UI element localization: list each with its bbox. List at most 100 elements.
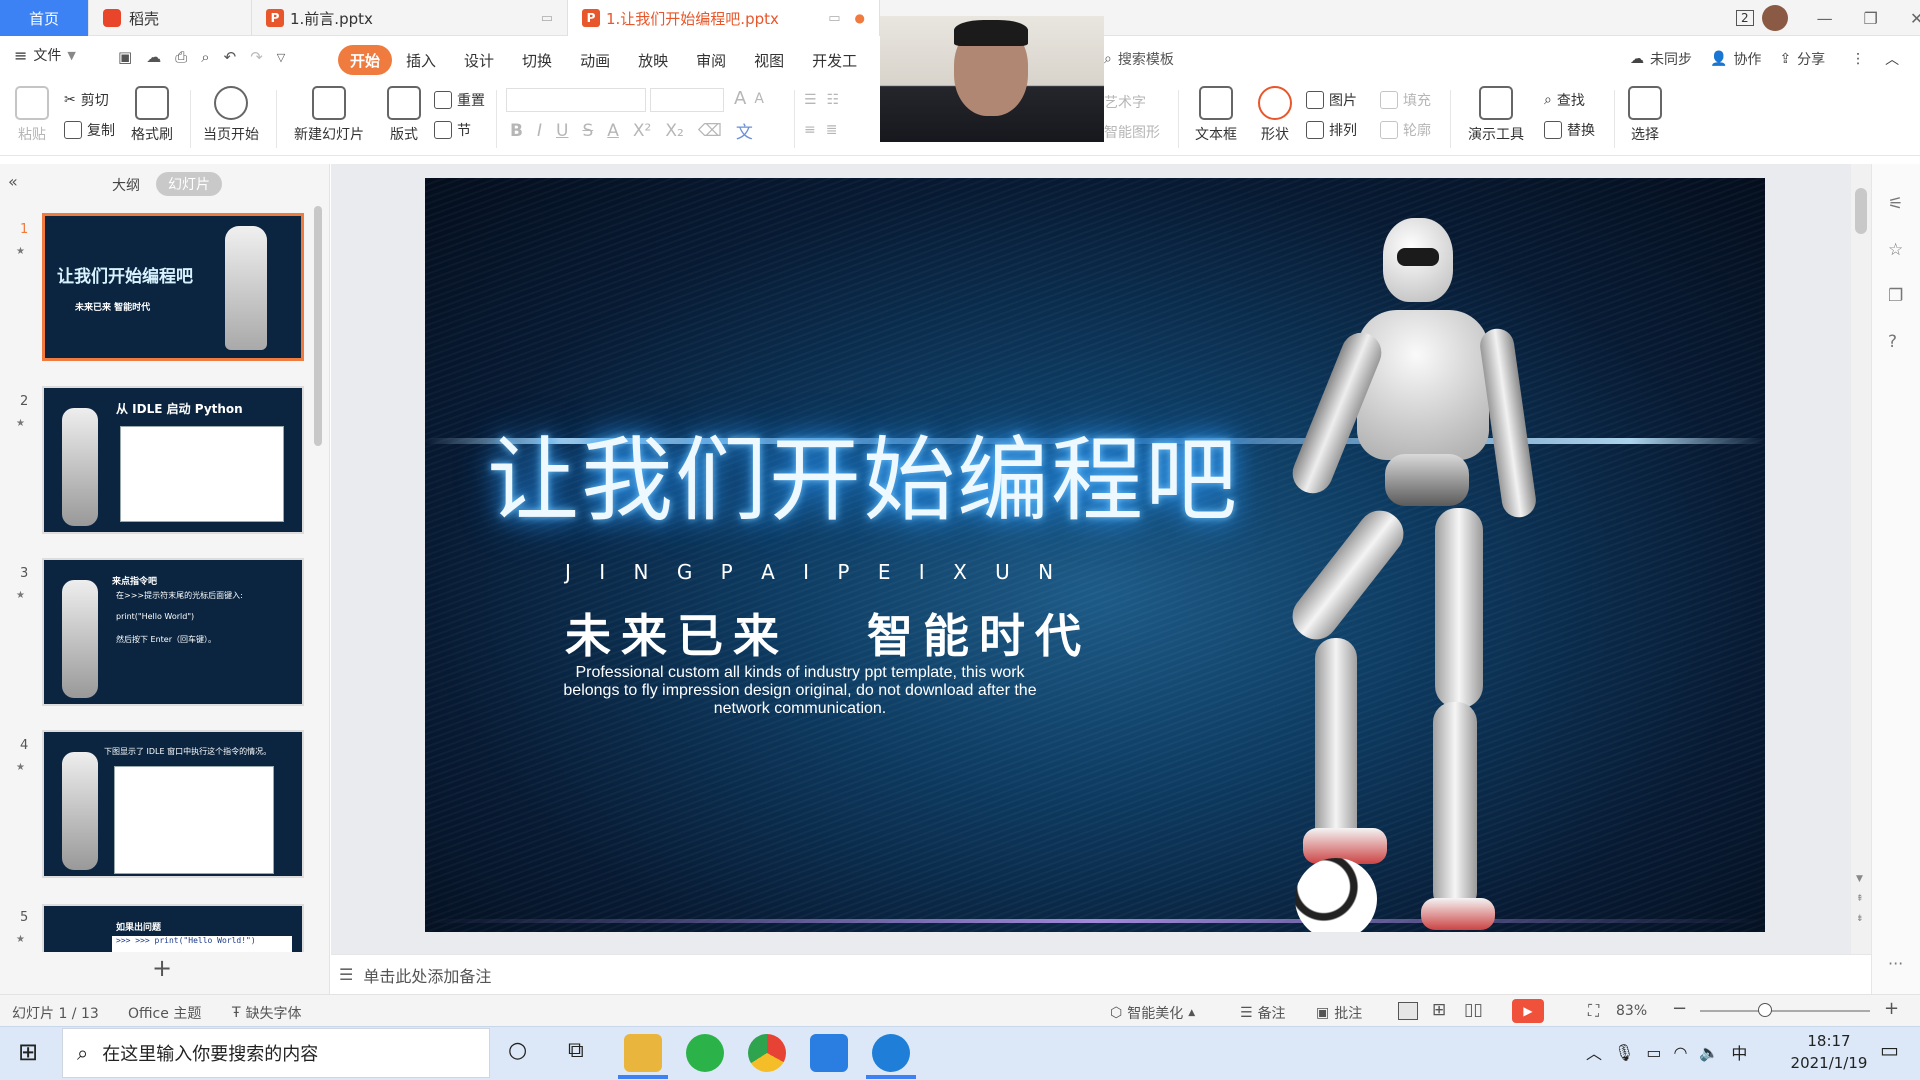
tab-design[interactable]: 设计 (450, 45, 508, 75)
picture-button[interactable]: 图片 (1306, 90, 1357, 110)
tab-start[interactable]: 开始 (338, 45, 393, 75)
save-icon[interactable]: ▣ (118, 48, 132, 66)
task-view-icon[interactable]: ⧉ (568, 1038, 584, 1063)
tab-view[interactable]: 视图 (740, 45, 798, 75)
subscript-button[interactable]: X₂ (665, 121, 683, 141)
tab-daoke[interactable]: 稻壳 (89, 0, 252, 36)
tab-file-2[interactable]: P 1.让我们开始编程吧.pptx ▭ ● (568, 0, 880, 36)
clock[interactable]: 18:17 2021/1/19 (1786, 1030, 1872, 1074)
preview-icon[interactable]: ⌕ (201, 48, 209, 66)
outline-button[interactable]: 轮廓 (1380, 120, 1431, 140)
ime-indicator[interactable]: 中 (1731, 1040, 1747, 1064)
redo-icon[interactable]: ↷ (250, 48, 263, 66)
slide-thumbnail-3[interactable]: 来点指令吧 在>>>提示符末尾的光标后面键入: print("Hello Wor… (42, 558, 304, 706)
zoom-slider-handle[interactable] (1758, 1003, 1772, 1017)
italic-button[interactable]: I (537, 121, 542, 141)
scroll-thumb[interactable] (1855, 188, 1867, 234)
grow-font-icon[interactable]: A (734, 88, 746, 109)
collab-button[interactable]: 协作 (1733, 49, 1761, 69)
prev-slide-icon[interactable]: ⇞ (1856, 894, 1864, 904)
tab-slideshow[interactable]: 放映 (624, 45, 682, 75)
outline-tab[interactable]: 大纲 (112, 175, 140, 195)
slide-thumbnail-1[interactable]: 让我们开始编程吧 未来已来 智能时代 (42, 213, 304, 361)
scroll-down-icon[interactable]: ▼ (1856, 874, 1863, 884)
zoom-level[interactable]: 83% (1616, 1003, 1647, 1019)
font-name-select[interactable] (506, 88, 646, 112)
eraser-icon[interactable]: ⌫ (698, 121, 722, 141)
tab-animation[interactable]: 动画 (566, 45, 624, 75)
paste-button[interactable]: 粘贴 (12, 86, 52, 144)
monitor-icon[interactable]: ▭ (541, 11, 553, 26)
select-button[interactable]: 选择 (1624, 86, 1666, 144)
user-count-badge[interactable]: 2 (1736, 10, 1754, 26)
collapse-panel-icon[interactable]: « (8, 172, 18, 191)
slide-canvas[interactable]: 让我们开始编程吧 J I N G P A I P E I X U N 未来已来 … (425, 178, 1765, 932)
copy-icon[interactable]: ❐ (1888, 286, 1903, 306)
settings-slider-icon[interactable]: ⚟ (1888, 194, 1903, 214)
zoom-out-icon[interactable]: − (1672, 998, 1687, 1019)
zoom-in-icon[interactable]: + (1884, 998, 1899, 1019)
windows-start-icon[interactable]: ⊞ (18, 1038, 38, 1066)
shrink-font-icon[interactable]: A (754, 91, 764, 107)
customize-icon[interactable]: ▽ (277, 51, 285, 64)
tab-home[interactable]: 首页 (0, 0, 89, 36)
align-center-icon[interactable]: ≣ (826, 122, 838, 138)
section-button[interactable]: 节 (434, 120, 471, 140)
slide-subtitle[interactable]: 未来已来 智能时代 (565, 600, 1091, 666)
file-menu[interactable]: ≡ 文件 ▼ (14, 45, 76, 65)
wps-writer-icon[interactable] (810, 1034, 848, 1072)
bold-button[interactable]: B (510, 121, 523, 141)
battery-icon[interactable]: ▭ (1646, 1043, 1661, 1062)
font-size-select[interactable] (650, 88, 724, 112)
slide-title[interactable]: 让我们开始编程吧 (487, 406, 1239, 539)
reading-view-icon[interactable]: ▯▯ (1464, 1000, 1483, 1020)
slideshow-play-button[interactable]: ▶ (1512, 999, 1544, 1023)
undo-icon[interactable]: ↶ (224, 48, 237, 66)
wifi-icon[interactable]: ◠ (1673, 1043, 1687, 1062)
missing-font-button[interactable]: Ŧ 缺失字体 (232, 1003, 302, 1023)
restore-icon[interactable]: ❐ (1848, 0, 1894, 36)
format-painter-button[interactable]: 格式刷 (128, 86, 176, 144)
art-text-button[interactable]: 艺术字 (1104, 92, 1146, 112)
unsynced-button[interactable]: 未同步 (1650, 49, 1692, 69)
tab-insert[interactable]: 插入 (392, 45, 450, 75)
cortana-icon[interactable]: ○ (508, 1038, 527, 1063)
replace-button[interactable]: 替换 (1544, 120, 1595, 140)
fit-window-icon[interactable]: ⛶ (1588, 1001, 1599, 1021)
collapse-ribbon-icon[interactable]: ︿ (1885, 49, 1899, 69)
normal-view-icon[interactable] (1398, 1002, 1418, 1020)
robot-image[interactable] (1283, 218, 1585, 932)
text-box-button[interactable]: 文本框 (1188, 86, 1244, 144)
star-icon[interactable]: ☆ (1888, 240, 1903, 260)
from-current-button[interactable]: 当页开始 (196, 86, 266, 144)
slide-pinyin[interactable]: J I N G P A I P E I X U N (565, 560, 1059, 584)
microphone-icon[interactable]: 🎙 (1614, 1043, 1634, 1062)
add-slide-button[interactable]: + (152, 954, 172, 982)
align-left-icon[interactable]: ≡ (804, 122, 816, 138)
volume-icon[interactable]: 🔈 (1699, 1043, 1719, 1062)
theme-name[interactable]: Office 主题 (128, 1003, 201, 1023)
monitor-icon[interactable]: ▭ (828, 11, 840, 26)
file-explorer-icon[interactable] (624, 1034, 662, 1072)
slide-description[interactable]: Professional custom all kinds of industr… (515, 664, 1085, 718)
tab-review[interactable]: 审阅 (682, 45, 740, 75)
font-color-button[interactable]: A (607, 121, 619, 141)
zoom-slider[interactable] (1700, 1010, 1870, 1012)
share-button[interactable]: 分享 (1797, 49, 1825, 69)
superscript-button[interactable]: X² (633, 121, 651, 141)
slide-thumbnail-4[interactable]: 下图显示了 IDLE 窗口中执行这个指令的情况。 (42, 730, 304, 878)
comment-button[interactable]: ▣ 批注 (1316, 1003, 1362, 1023)
slide-thumbnail-5[interactable]: 如果出问题 >>> >>> print("Hello World!") (42, 904, 304, 952)
chrome-icon[interactable] (748, 1034, 786, 1072)
search-template[interactable]: ⌕ 搜索模板 (1104, 49, 1174, 69)
find-button[interactable]: ⌕ 查找 (1544, 90, 1585, 110)
beautify-button[interactable]: ⬡ 智能美化 ▲ (1110, 1003, 1195, 1023)
minimize-icon[interactable]: — (1802, 0, 1848, 36)
more-icon[interactable]: ⋮ (1851, 51, 1865, 67)
arrange-button[interactable]: 排列 (1306, 120, 1357, 140)
print-icon[interactable]: ⎙ (175, 48, 187, 66)
copy-button[interactable]: 复制 (64, 120, 115, 140)
cut-button[interactable]: ✂ 剪切 (64, 90, 109, 110)
next-slide-icon[interactable]: ⇟ (1856, 914, 1864, 924)
shape-button[interactable]: 形状 (1254, 86, 1296, 144)
